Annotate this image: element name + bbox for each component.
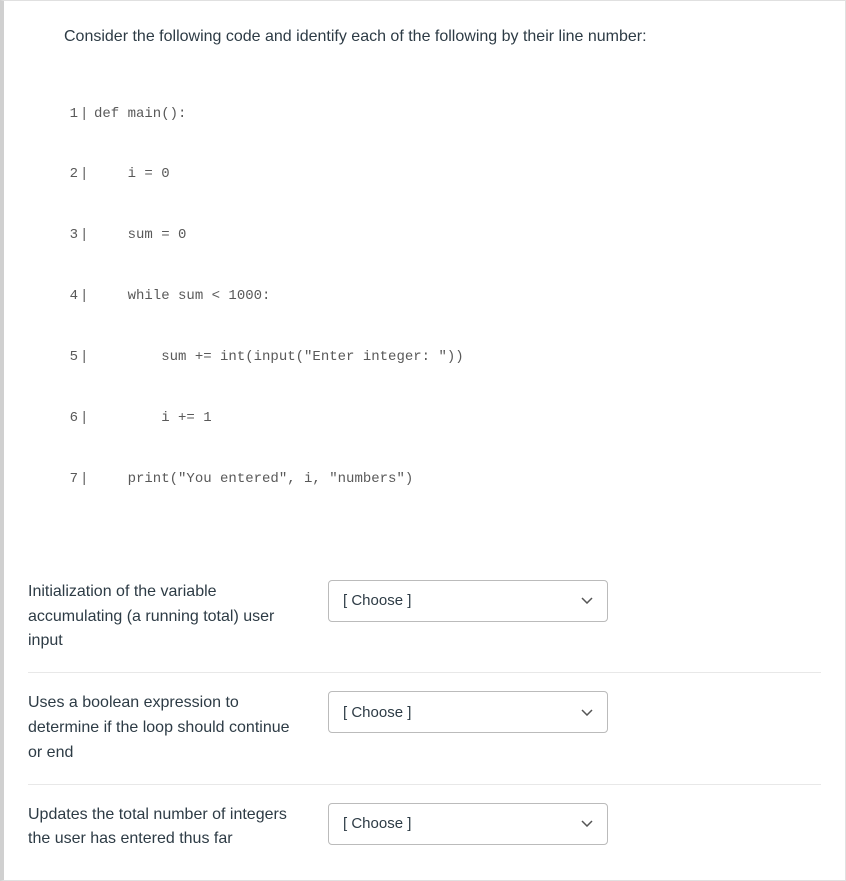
code-content: print("You entered", i, "numbers") — [94, 469, 821, 489]
code-content: i += 1 — [94, 408, 821, 428]
line-number: 2 — [64, 164, 78, 184]
code-line: 1|def main(): — [64, 104, 821, 124]
line-separator: | — [78, 225, 94, 245]
question-container: Consider the following code and identify… — [0, 0, 846, 881]
line-number: 3 — [64, 225, 78, 245]
select-line-update[interactable]: [ Choose ] — [328, 803, 608, 845]
code-block: 1|def main(): 2| i = 0 3| sum = 0 4| whi… — [64, 63, 821, 530]
line-separator: | — [78, 286, 94, 306]
match-row: Uses a boolean expression to determine i… — [28, 672, 821, 783]
match-label: Uses a boolean expression to determine i… — [28, 691, 328, 765]
select-placeholder: [ Choose ] — [343, 704, 411, 721]
code-content: def main(): — [94, 104, 821, 124]
match-select-wrapper: [ Choose ] — [328, 691, 608, 733]
code-content: sum += int(input("Enter integer: ")) — [94, 347, 821, 367]
matching-section: Initialization of the variable accumulat… — [4, 550, 845, 880]
line-separator: | — [78, 469, 94, 489]
line-number: 4 — [64, 286, 78, 306]
line-separator: | — [78, 347, 94, 367]
line-separator: | — [78, 164, 94, 184]
line-number: 1 — [64, 104, 78, 124]
code-line: 6| i += 1 — [64, 408, 821, 428]
question-prompt: Consider the following code and identify… — [64, 25, 821, 49]
code-line: 7| print("You entered", i, "numbers") — [64, 469, 821, 489]
chevron-down-icon — [581, 706, 593, 718]
select-placeholder: [ Choose ] — [343, 815, 411, 832]
question-header: Consider the following code and identify… — [4, 1, 845, 550]
line-number: 7 — [64, 469, 78, 489]
select-line-boolean[interactable]: [ Choose ] — [328, 691, 608, 733]
code-content: i = 0 — [94, 164, 821, 184]
code-line: 2| i = 0 — [64, 164, 821, 184]
line-number: 5 — [64, 347, 78, 367]
match-row: Initialization of the variable accumulat… — [28, 570, 821, 672]
code-content: sum = 0 — [94, 225, 821, 245]
match-label: Updates the total number of integers the… — [28, 803, 328, 853]
code-line: 4| while sum < 1000: — [64, 286, 821, 306]
line-number: 6 — [64, 408, 78, 428]
select-line-initialization[interactable]: [ Choose ] — [328, 580, 608, 622]
match-select-wrapper: [ Choose ] — [328, 803, 608, 845]
match-row: Updates the total number of integers the… — [28, 784, 821, 871]
match-select-wrapper: [ Choose ] — [328, 580, 608, 622]
match-label: Initialization of the variable accumulat… — [28, 580, 328, 654]
code-content: while sum < 1000: — [94, 286, 821, 306]
line-separator: | — [78, 408, 94, 428]
code-line: 5| sum += int(input("Enter integer: ")) — [64, 347, 821, 367]
code-line: 3| sum = 0 — [64, 225, 821, 245]
chevron-down-icon — [581, 818, 593, 830]
line-separator: | — [78, 104, 94, 124]
chevron-down-icon — [581, 595, 593, 607]
select-placeholder: [ Choose ] — [343, 592, 411, 609]
